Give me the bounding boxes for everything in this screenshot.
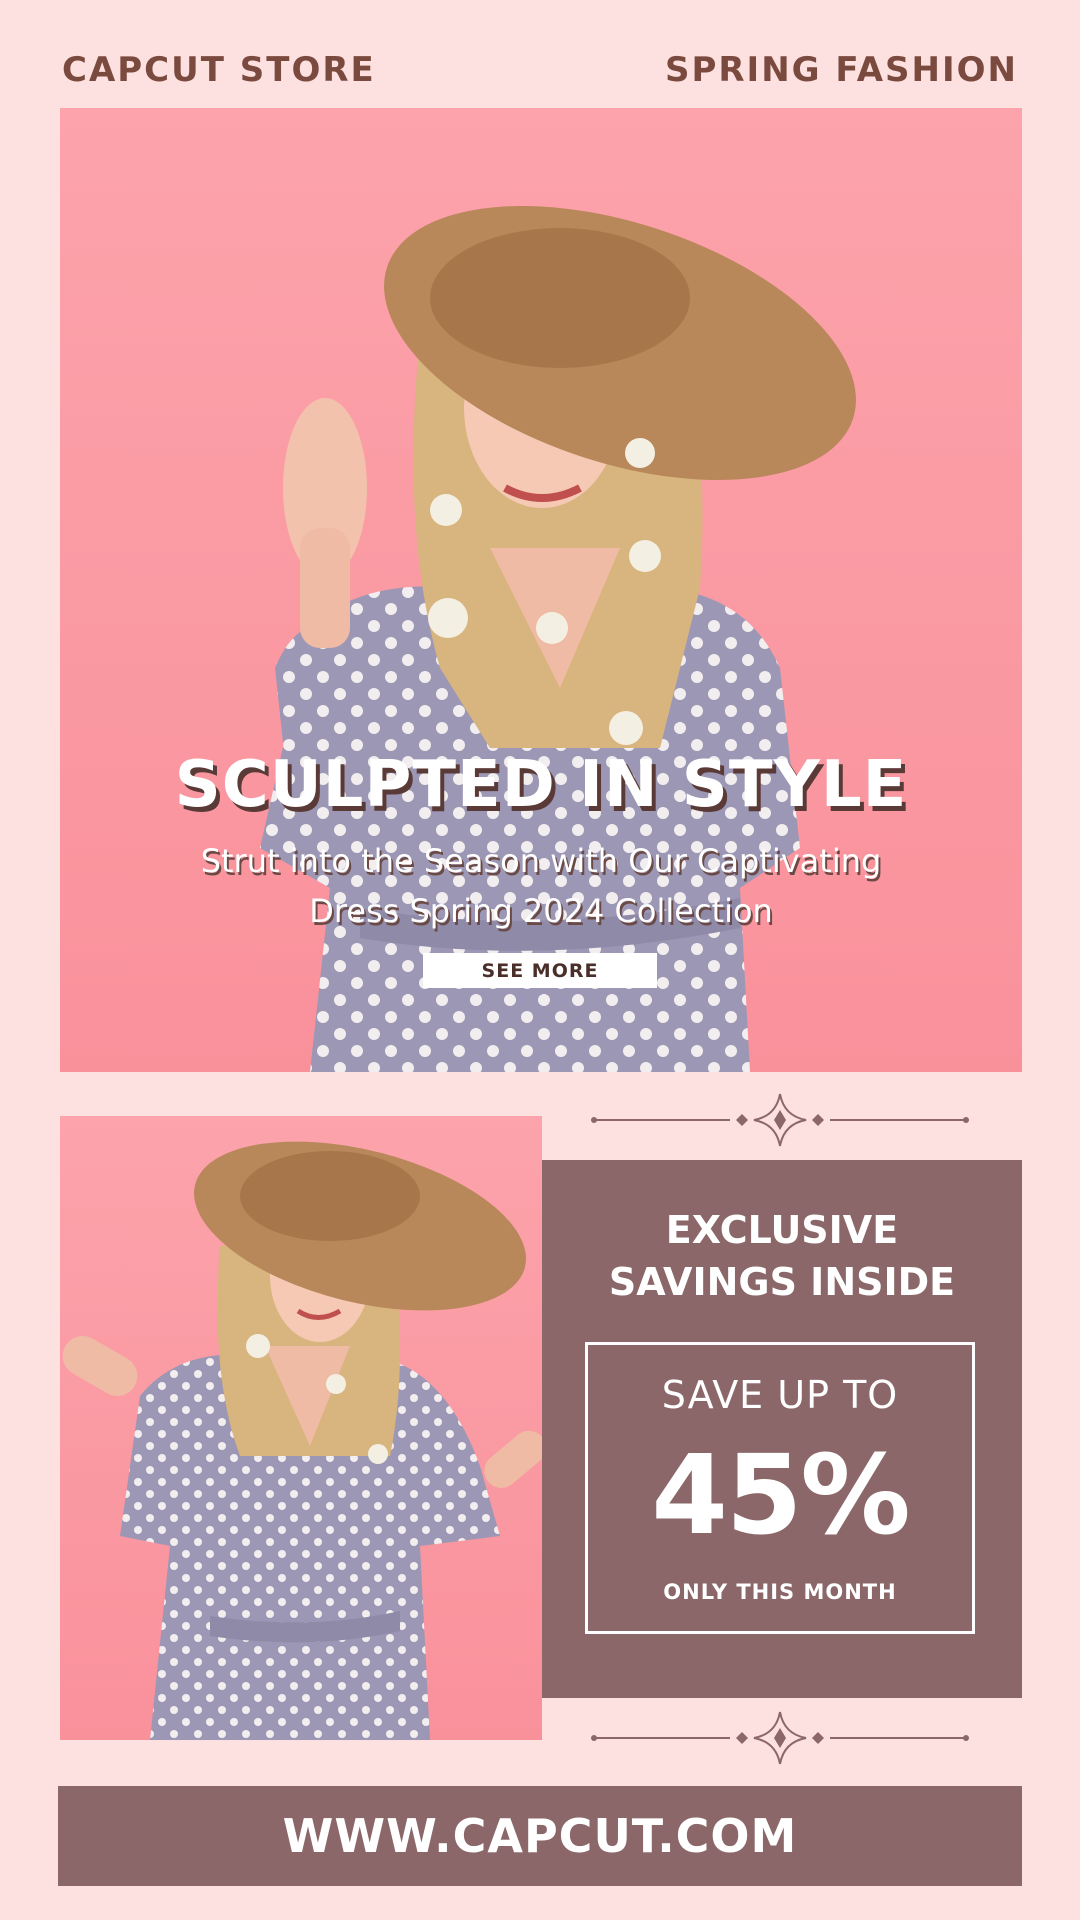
hero-banner: SCULPTED IN STYLE Strut into the Season … [60, 108, 1022, 1072]
promo-title-line-2: SAVINGS INSIDE [608, 1260, 956, 1304]
hero-subline-line-1: Strut into the Season with Our Captivati… [200, 842, 882, 880]
season-label: SPRING FASHION [664, 50, 1018, 90]
discount-value: 45% [651, 1431, 910, 1559]
store-name: CAPCUT STORE [62, 50, 376, 90]
secondary-model-photo [62, 1141, 542, 1740]
footer-bar: WWW.CAPCUT.COM [58, 1786, 1022, 1886]
save-label: SAVE UP TO [661, 1373, 899, 1417]
discount-note: ONLY THIS MONTH [663, 1580, 897, 1604]
model-photo-secondary [60, 1116, 542, 1740]
discount-box: SAVE UP TO 45% ONLY THIS MONTH [585, 1342, 975, 1634]
hero-subline-line-2: Dress Spring 2024 Collection [309, 892, 773, 930]
sparkle-ornament-icon [591, 1093, 969, 1147]
promo-title-line-1: EXCLUSIVE [665, 1208, 899, 1252]
sparkle-ornament-icon [591, 1711, 969, 1765]
hero-subline: Strut into the Season with Our Captivati… [60, 836, 1022, 936]
hero-headline: SCULPTED IN STYLE [174, 748, 908, 822]
promo-title: EXCLUSIVE SAVINGS INSIDE [542, 1204, 1022, 1308]
promo-panel: EXCLUSIVE SAVINGS INSIDE SAVE UP TO 45% … [542, 1160, 1022, 1698]
see-more-button[interactable]: SEE MORE [423, 953, 657, 988]
website-link[interactable]: WWW.CAPCUT.COM [58, 1786, 1022, 1886]
